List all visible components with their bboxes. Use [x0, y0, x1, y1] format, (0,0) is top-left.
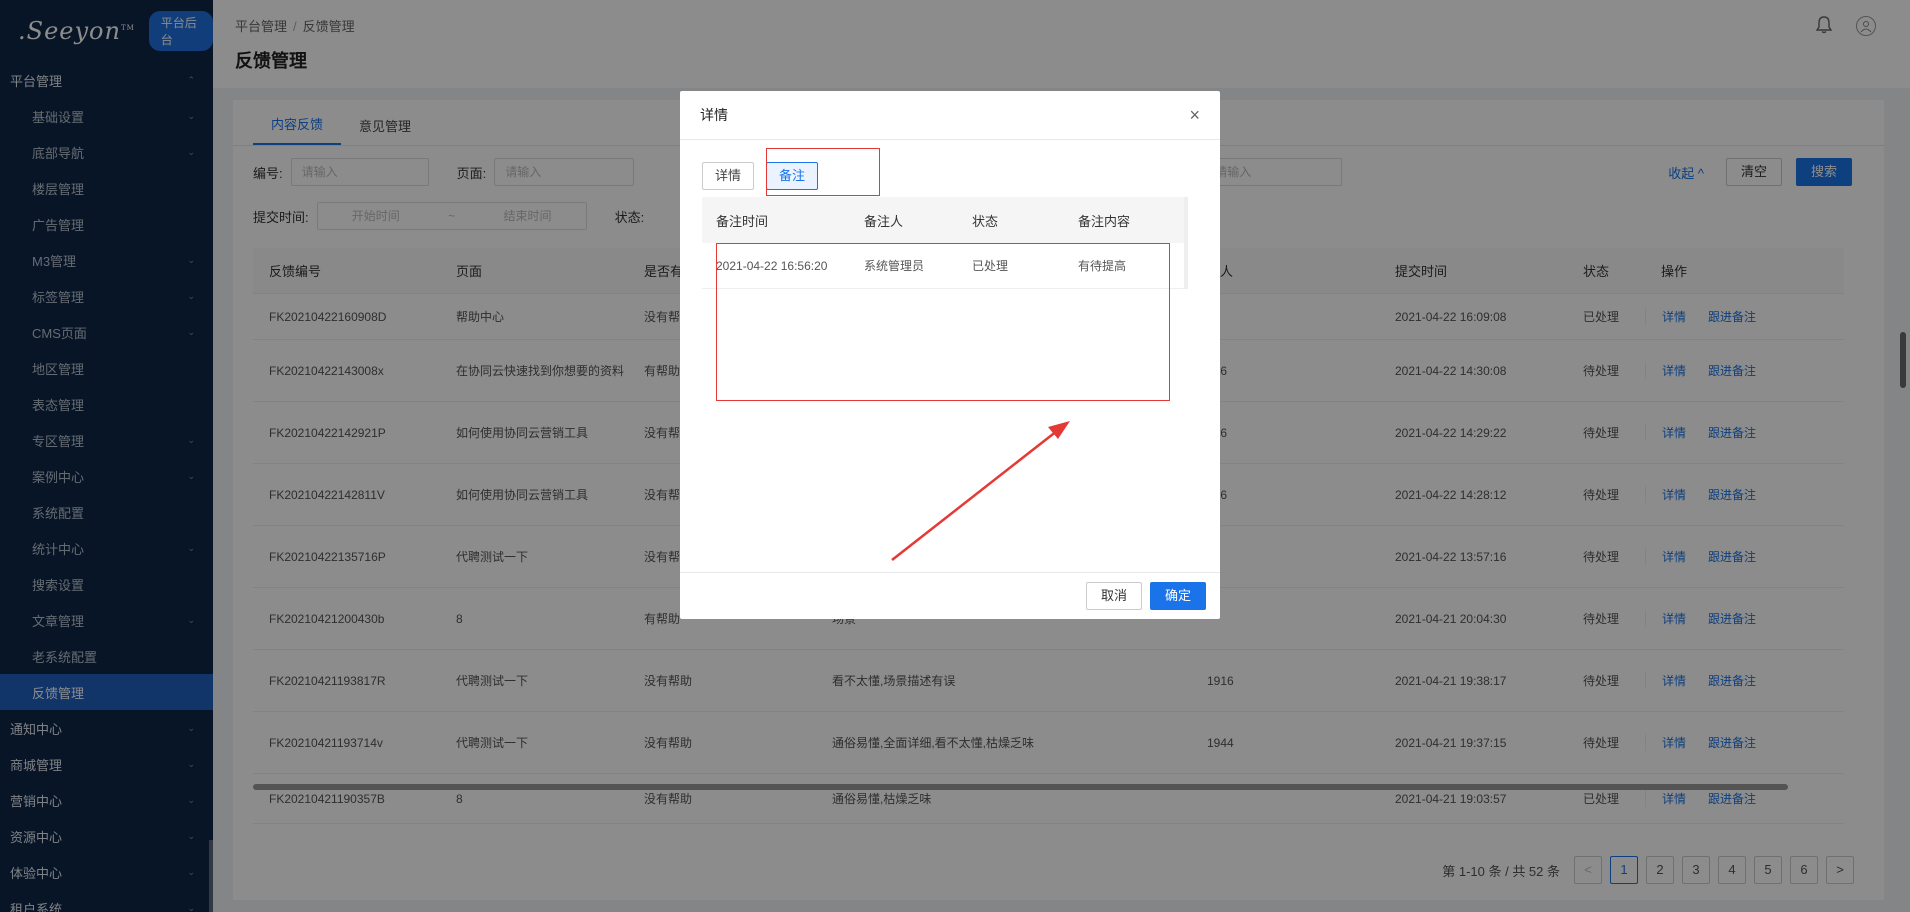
annotation-arrow — [891, 421, 1070, 561]
